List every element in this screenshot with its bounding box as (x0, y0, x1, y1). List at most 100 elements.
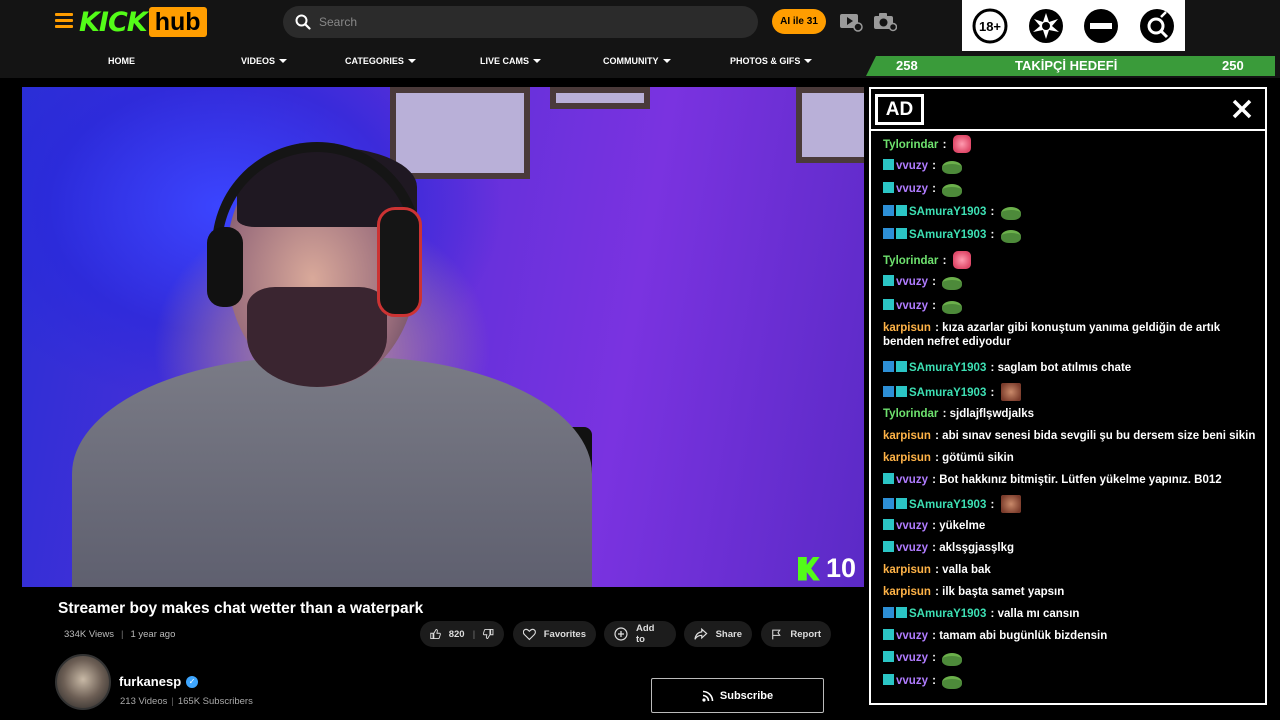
chat-badge-icon (896, 498, 907, 509)
subscriber-badge-icon (883, 498, 894, 509)
chat-username[interactable]: vvuzy (896, 474, 928, 486)
chat-separator: : (987, 499, 998, 511)
chat-username[interactable]: vvuzy (896, 630, 928, 642)
nav-home-label: HOME (108, 56, 135, 66)
kick-overlay-count: 10 (825, 553, 856, 583)
channel-stats: 213 Videos | 165K Subscribers (120, 696, 253, 707)
flag-icon (772, 629, 781, 639)
hamburger-menu-icon[interactable] (55, 13, 73, 29)
subscriber-badge-icon (883, 205, 894, 216)
chat-message: vvuzy : (883, 299, 1259, 314)
thumbs-down-icon[interactable] (483, 627, 494, 641)
follower-goal-bar: 258 TAKİPÇİ HEDEFİ 250 (866, 56, 1275, 76)
thumbs-up-icon[interactable] (430, 627, 441, 641)
verified-check-icon: ✓ (186, 675, 199, 688)
chat-message: SAmuraY1903 : (883, 495, 1259, 513)
report-button[interactable]: Report (761, 621, 831, 647)
chat-username[interactable]: SAmuraY1903 (909, 206, 986, 218)
nav-community[interactable]: COMMUNITY (603, 55, 671, 67)
chat-username[interactable]: Tylorindar (883, 139, 938, 151)
nav-live-cams-label: LIVE CAMS (480, 56, 530, 66)
search-input[interactable] (319, 6, 739, 38)
nav-videos[interactable]: VIDEOS (241, 55, 288, 67)
chat-username[interactable]: SAmuraY1903 (909, 229, 986, 241)
channel-subscribers: 165K Subscribers (177, 696, 253, 707)
chat-username[interactable]: vvuzy (896, 300, 928, 312)
chat-separator: : (987, 608, 998, 620)
chat-badge-icon (896, 386, 907, 397)
chat-separator: : (928, 542, 940, 554)
chat-username[interactable]: vvuzy (896, 675, 928, 687)
chat-badge-icon (883, 159, 894, 170)
chat-username[interactable]: Tylorindar (883, 408, 938, 420)
ai-button[interactable]: AI ile 31 (772, 9, 826, 34)
chat-panel: AD Tylorindar : vvuzy : vvuzy : SAmuraY1… (869, 87, 1267, 705)
nav-photos-gifs-label: PHOTOS & GIFS (730, 56, 801, 66)
close-icon[interactable] (1229, 96, 1255, 122)
video-views: 334K Views (64, 629, 114, 640)
chat-emote-icon (942, 161, 963, 174)
nav-live-cams[interactable]: LIVE CAMS (480, 55, 542, 67)
chat-separator: : (931, 452, 943, 464)
chat-username[interactable]: vvuzy (896, 542, 928, 554)
chat-header: AD (871, 89, 1265, 131)
chat-message: vvuzy : Bot hakkınız bitmiştir. Lütfen y… (883, 473, 1259, 487)
chat-badge-icon (883, 519, 894, 530)
chat-text: yükelme (939, 520, 986, 532)
favorites-button[interactable]: Favorites (513, 621, 596, 647)
chat-username[interactable]: karpisun (883, 430, 931, 442)
nav-community-label: COMMUNITY (603, 56, 659, 66)
video-title: Streamer boy makes chat wetter than a wa… (58, 600, 424, 617)
chat-message: vvuzy : tamam abi bugünlük bizdensin (883, 629, 1259, 643)
chat-username[interactable]: SAmuraY1903 (909, 387, 986, 399)
video-upload-icon[interactable] (839, 12, 863, 32)
nav-photos-gifs[interactable]: PHOTOS & GIFS (730, 55, 813, 67)
chat-username[interactable]: SAmuraY1903 (909, 608, 986, 620)
subscriber-badge-icon (883, 386, 894, 397)
channel-name-row[interactable]: furkanesp ✓ (119, 674, 199, 689)
chat-username[interactable]: SAmuraY1903 (909, 362, 986, 374)
chat-badge-icon (896, 607, 907, 618)
chat-username[interactable]: vvuzy (896, 520, 928, 532)
share-button[interactable]: Share (684, 621, 752, 647)
kick-k-icon (797, 556, 820, 581)
add-to-button[interactable]: Add to (604, 621, 676, 647)
channel-avatar[interactable] (55, 654, 111, 710)
no-entry-icon (1081, 6, 1121, 46)
chat-username[interactable]: karpisun (883, 586, 931, 598)
caret-down-icon (407, 59, 416, 63)
chat-separator: : (928, 520, 940, 532)
subscribe-label: Subscribe (719, 689, 774, 702)
video-player[interactable]: 10 (22, 87, 864, 587)
chat-message: karpisun : kıza azarlar gibi konuştum ya… (883, 321, 1259, 349)
chat-username[interactable]: Tylorindar (883, 255, 938, 267)
chat-username[interactable]: vvuzy (896, 652, 928, 664)
chat-username[interactable]: karpisun (883, 452, 931, 464)
chat-username[interactable]: vvuzy (896, 276, 928, 288)
nav-categories[interactable]: CATEGORIES (345, 55, 416, 67)
chat-text: abi sınav senesi bida sevgili şu bu ders… (942, 430, 1256, 442)
subscriber-badge-icon (883, 228, 894, 239)
add-to-label: Add to (635, 623, 655, 645)
18-plus-text: 18+ (979, 19, 1001, 34)
logo-kick-text: KICK (79, 6, 148, 38)
chat-username[interactable]: vvuzy (896, 160, 928, 172)
chat-separator: : (928, 652, 940, 664)
chat-message: vvuzy : yükelme (883, 519, 1259, 533)
caret-down-icon (279, 59, 288, 63)
chat-username[interactable]: karpisun (883, 322, 931, 334)
nav-home[interactable]: HOME (108, 55, 135, 67)
chat-emote-icon (942, 676, 963, 689)
chat-separator: : (987, 387, 998, 399)
search-icon[interactable] (295, 14, 311, 30)
chat-separator: : (931, 564, 943, 576)
subscribe-button[interactable]: Subscribe (651, 678, 824, 713)
search-bar[interactable] (283, 6, 758, 38)
chat-username[interactable]: SAmuraY1903 (909, 499, 986, 511)
site-logo[interactable]: KICK hub (79, 6, 207, 38)
chat-message: karpisun : ilk başta samet yapsın (883, 585, 1259, 599)
chat-username[interactable]: vvuzy (896, 183, 928, 195)
chat-text: saglam bot atılmıs chate (997, 362, 1132, 374)
camera-icon[interactable] (873, 12, 897, 32)
chat-username[interactable]: karpisun (883, 564, 931, 576)
